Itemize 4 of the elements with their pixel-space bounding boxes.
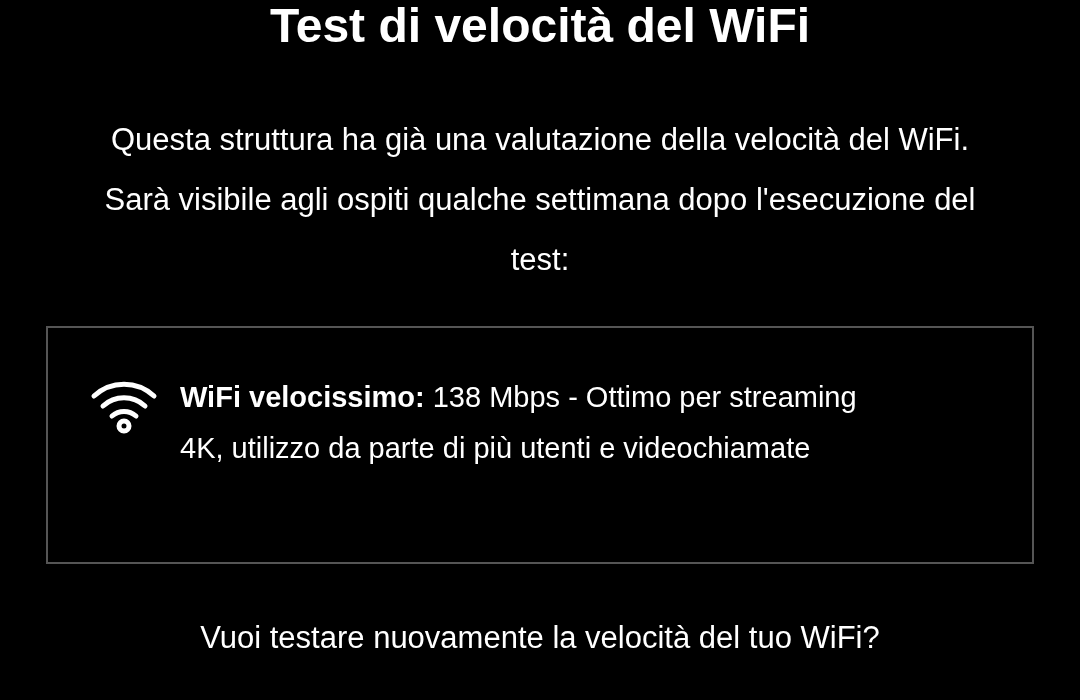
rating-text: WiFi velocissimo: 138 Mbps - Ottimo per streaming 4K, utilizzo da parte di più utenti e videochiamate (180, 380, 858, 466)
retest-question: Vuoi testare nuovamente la velocità del tuo WiFi? (200, 619, 880, 657)
description-text: Questa struttura ha già una valutazione della velocità del WiFi. Sarà visibile agli ospiti qualche settimana dopo l'esecuzione del test: (103, 121, 977, 279)
page-title: Test di velocità del WiFi (269, 0, 811, 52)
